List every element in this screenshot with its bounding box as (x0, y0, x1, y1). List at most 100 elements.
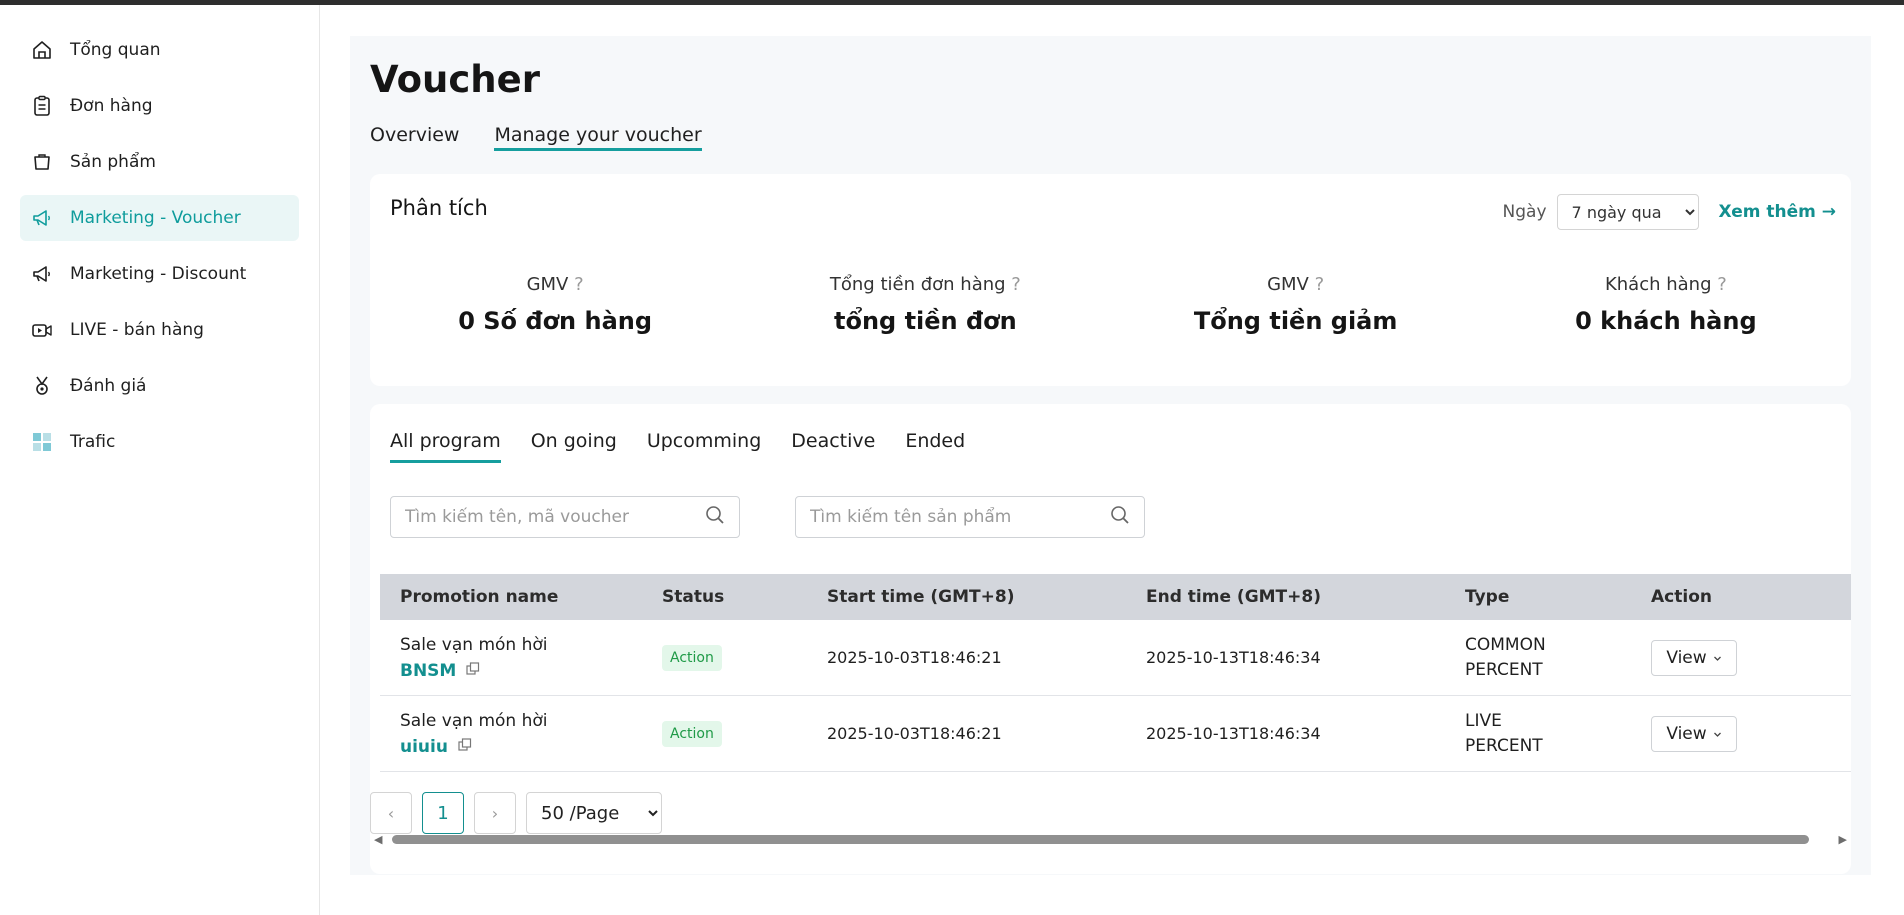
column-header: Status (662, 587, 725, 607)
scroll-right-icon[interactable]: ▶ (1839, 833, 1847, 846)
sidebar-item-label: Tổng quan (70, 40, 161, 60)
help-icon[interactable]: ? (1315, 274, 1325, 295)
stat-label: GMV (1267, 274, 1309, 295)
view-button-label: View (1666, 647, 1707, 668)
status-badge: Action (662, 720, 722, 747)
main-content: Voucher Overview Manage your voucher Phâ… (350, 36, 1871, 875)
sidebar-item-products[interactable]: Sản phẩm (20, 139, 299, 185)
grid-icon (30, 430, 54, 454)
tab-all-program[interactable]: All program (390, 430, 501, 463)
search-icon[interactable] (705, 505, 725, 529)
column-header: Action (1651, 587, 1712, 607)
end-time: 2025-10-13T18:46:34 (1146, 724, 1321, 743)
promotion-table: Promotion name Status Start time (GMT+8)… (380, 574, 1851, 772)
sidebar-item-reviews[interactable]: Đánh giá (20, 363, 299, 409)
sidebar-item-label: Đánh giá (70, 376, 147, 396)
next-page-button[interactable]: › (474, 792, 516, 834)
table-header: Promotion name Status Start time (GMT+8)… (380, 574, 1851, 620)
voucher-code[interactable]: BNSM (400, 661, 456, 681)
live-icon (30, 318, 54, 342)
stat-value: Tổng tiền giảm (1193, 307, 1398, 335)
date-range-select[interactable]: 7 ngày qua (1556, 194, 1699, 230)
medal-icon (30, 374, 54, 398)
table-row: Sale vạn món hời BNSM Action 2025-10-03T… (380, 620, 1851, 696)
tab-upcoming[interactable]: Upcomming (647, 430, 761, 463)
stat-value: 0 khách hàng (1575, 307, 1757, 335)
column-header: End time (GMT+8) (1146, 587, 1321, 607)
type-line: COMMON (1465, 634, 1546, 655)
tab-manage-voucher[interactable]: Manage your voucher (494, 124, 702, 151)
view-button-label: View (1666, 723, 1707, 744)
see-more-link[interactable]: Xem thêm → (1719, 202, 1836, 222)
voucher-search-input[interactable] (405, 507, 705, 527)
date-range-label: Ngày (1502, 202, 1547, 222)
pagination: ‹ 1 › 50 /Page (370, 792, 662, 834)
status-badge: Action (662, 644, 722, 671)
column-header: Start time (GMT+8) (827, 587, 1015, 607)
sidebar-item-live-sales[interactable]: LIVE - bán hàng (20, 307, 299, 353)
page-size-select[interactable]: 50 /Page (526, 792, 662, 834)
page-tabs: Overview Manage your voucher (370, 124, 702, 151)
chevron-down-icon (1713, 648, 1722, 668)
analytics-title: Phân tích (390, 196, 488, 220)
chevron-down-icon (1713, 724, 1722, 744)
sidebar-item-label: LIVE - bán hàng (70, 320, 204, 340)
type-line: LIVE (1465, 710, 1502, 731)
scrollbar-thumb[interactable] (392, 835, 1809, 844)
stats-row: GMV ? 0 Số đơn hàng Tổng tiền đơn hàng ?… (370, 274, 1851, 335)
stat-label: GMV (526, 274, 569, 295)
start-time: 2025-10-03T18:46:21 (827, 724, 1002, 743)
column-header: Promotion name (400, 587, 559, 607)
page-title: Voucher (370, 58, 540, 101)
program-list-card: All program On going Upcomming Deactive … (370, 404, 1851, 874)
voucher-search-box (390, 496, 740, 538)
help-icon[interactable]: ? (574, 274, 584, 295)
copy-icon[interactable] (458, 737, 472, 757)
sidebar-item-overview[interactable]: Tổng quan (20, 27, 299, 73)
promotion-name: Sale vạn món hời (400, 710, 548, 731)
sidebar-item-marketing-discount[interactable]: Marketing - Discount (20, 251, 299, 297)
sidebar-item-label: Marketing - Voucher (70, 208, 241, 228)
tab-overview[interactable]: Overview (370, 124, 459, 151)
sidebar-item-marketing-voucher[interactable]: Marketing - Voucher (20, 195, 299, 241)
horizontal-scrollbar[interactable]: ◀ ▶ (370, 831, 1851, 847)
promotion-name: Sale vạn món hời (400, 634, 548, 655)
type-line: PERCENT (1465, 659, 1543, 680)
stat-value: 0 Số đơn hàng (458, 307, 653, 335)
page-number-button[interactable]: 1 (422, 792, 464, 834)
prev-page-button[interactable]: ‹ (370, 792, 412, 834)
tab-deactive[interactable]: Deactive (791, 430, 875, 463)
tab-ended[interactable]: Ended (905, 430, 965, 463)
column-header: Type (1465, 587, 1510, 607)
sidebar-item-orders[interactable]: Đơn hàng (20, 83, 299, 129)
copy-icon[interactable] (466, 661, 480, 681)
voucher-code[interactable]: uiuiu (400, 737, 448, 757)
stat-value: tổng tiền đơn (833, 307, 1017, 335)
end-time: 2025-10-13T18:46:34 (1146, 648, 1321, 667)
stat-item: Khách hàng ? 0 khách hàng (1481, 274, 1851, 335)
megaphone-icon (30, 262, 54, 286)
stat-label: Tổng tiền đơn hàng (829, 274, 1006, 295)
date-range-control: Ngày 7 ngày qua Xem thêm → (1503, 194, 1836, 230)
sidebar: Tổng quan Đơn hàng Sản phẩm Marketing - … (0, 5, 320, 915)
product-search-input[interactable] (810, 507, 1110, 527)
megaphone-icon (30, 206, 54, 230)
analytics-card: Phân tích Ngày 7 ngày qua Xem thêm → GMV… (370, 174, 1851, 386)
sidebar-item-traffic[interactable]: Trafic (20, 419, 299, 465)
home-icon (30, 38, 54, 62)
sidebar-item-label: Marketing - Discount (70, 264, 247, 284)
help-icon[interactable]: ? (1717, 274, 1727, 295)
stat-label: Khách hàng (1604, 274, 1712, 295)
table-row: Sale vạn món hời uiuiu Action 2025-10-03… (380, 696, 1851, 772)
program-tabs: All program On going Upcomming Deactive … (390, 430, 965, 463)
scroll-left-icon[interactable]: ◀ (374, 833, 382, 846)
sidebar-item-label: Đơn hàng (70, 96, 153, 116)
product-search-box (795, 496, 1145, 538)
help-icon[interactable]: ? (1011, 274, 1021, 295)
search-icon[interactable] (1110, 505, 1130, 529)
tab-on-going[interactable]: On going (531, 430, 617, 463)
sidebar-item-label: Trafic (70, 432, 116, 452)
stat-item: GMV ? 0 Số đơn hàng (370, 274, 740, 335)
view-button[interactable]: View (1651, 639, 1737, 676)
view-button[interactable]: View (1651, 715, 1737, 752)
